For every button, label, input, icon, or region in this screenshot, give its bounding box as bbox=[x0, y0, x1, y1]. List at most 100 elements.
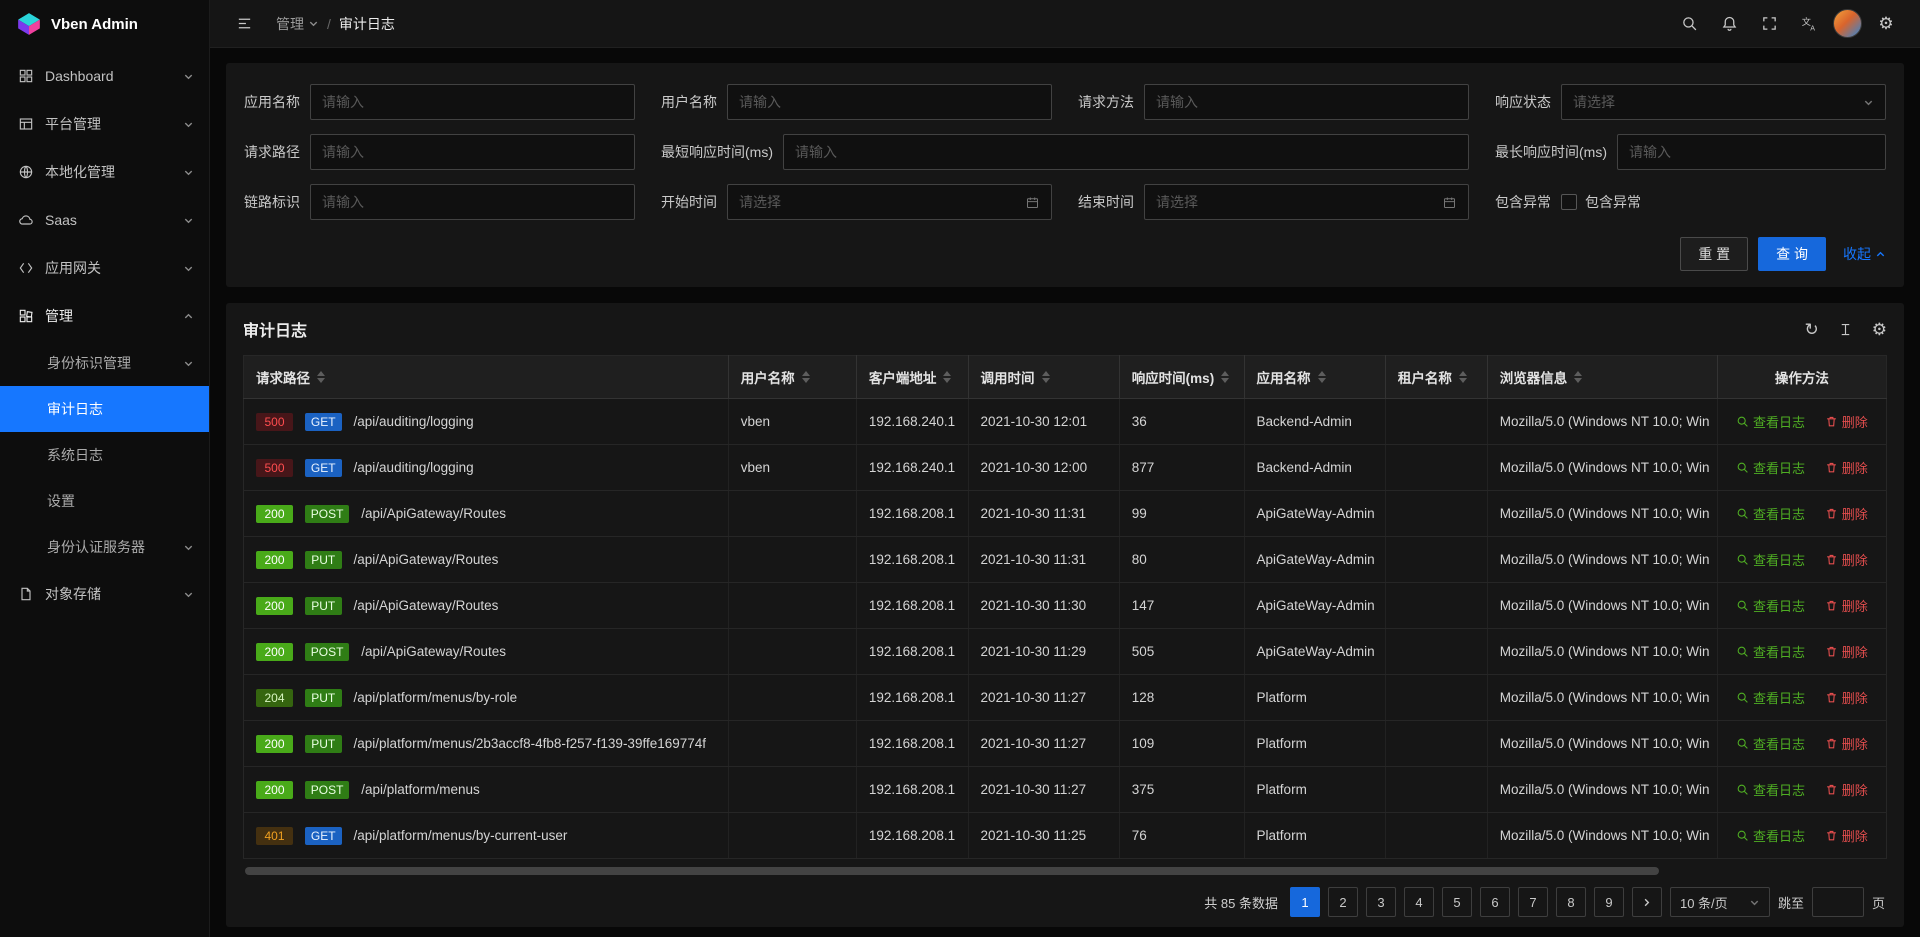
view-log-button[interactable]: 查看日志 bbox=[1736, 412, 1805, 431]
trace-id-input[interactable] bbox=[310, 184, 635, 220]
logo[interactable]: Vben Admin bbox=[0, 0, 209, 48]
refresh-button[interactable]: ↻ bbox=[1805, 321, 1819, 338]
fullscreen-button[interactable] bbox=[1753, 8, 1785, 40]
search-button[interactable] bbox=[1673, 8, 1705, 40]
sort-icons[interactable] bbox=[1318, 371, 1326, 383]
sort-icons[interactable] bbox=[1042, 371, 1050, 383]
sort-icons[interactable] bbox=[1221, 371, 1229, 383]
table-row[interactable]: 204 PUT /api/platform/menus/by-role 192.… bbox=[244, 675, 1887, 721]
page-size-select[interactable]: 10 条/页 bbox=[1670, 887, 1770, 917]
view-log-button[interactable]: 查看日志 bbox=[1736, 596, 1805, 615]
table-row[interactable]: 200 POST /api/platform/menus 192.168.208… bbox=[244, 767, 1887, 813]
delete-button[interactable]: 删除 bbox=[1825, 734, 1868, 753]
breadcrumb-parent[interactable]: 管理 bbox=[276, 14, 319, 34]
page-button[interactable]: 3 bbox=[1366, 887, 1396, 917]
reset-button[interactable]: 重 置 bbox=[1680, 237, 1748, 271]
user-name-input[interactable] bbox=[727, 84, 1052, 120]
delete-button[interactable]: 删除 bbox=[1825, 504, 1868, 523]
notifications-button[interactable] bbox=[1713, 8, 1745, 40]
view-log-button[interactable]: 查看日志 bbox=[1736, 734, 1805, 753]
sidebar-subitem[interactable]: 审计日志 bbox=[0, 386, 209, 432]
sidebar-item-management[interactable]: 管理 bbox=[0, 292, 209, 340]
sort-icons[interactable] bbox=[1459, 371, 1467, 383]
view-log-button[interactable]: 查看日志 bbox=[1736, 458, 1805, 477]
column-header[interactable]: 请求路径 bbox=[244, 356, 729, 399]
sidebar-item-platform[interactable]: 平台管理 bbox=[0, 100, 209, 148]
app-name-input[interactable] bbox=[310, 84, 635, 120]
delete-button[interactable]: 删除 bbox=[1825, 458, 1868, 477]
column-header[interactable]: 用户名称 bbox=[728, 356, 856, 399]
sidebar-item-saas[interactable]: Saas bbox=[0, 196, 209, 244]
table-row[interactable]: 200 PUT /api/platform/menus/2b3accf8-4fb… bbox=[244, 721, 1887, 767]
view-log-button[interactable]: 查看日志 bbox=[1736, 826, 1805, 845]
delete-button[interactable]: 删除 bbox=[1825, 688, 1868, 707]
column-header[interactable]: 应用名称 bbox=[1244, 356, 1385, 399]
delete-button[interactable]: 删除 bbox=[1825, 596, 1868, 615]
view-log-button[interactable]: 查看日志 bbox=[1736, 504, 1805, 523]
page-button[interactable]: 7 bbox=[1518, 887, 1548, 917]
sidebar-subitem[interactable]: 身份标识管理 bbox=[0, 340, 209, 386]
page-button[interactable]: 6 bbox=[1480, 887, 1510, 917]
http-method-input[interactable] bbox=[1144, 84, 1469, 120]
delete-button[interactable]: 删除 bbox=[1825, 780, 1868, 799]
settings-button[interactable]: ⚙ bbox=[1870, 8, 1902, 40]
response-status-select[interactable]: 请选择 bbox=[1561, 84, 1886, 120]
table-row[interactable]: 200 POST /api/ApiGateway/Routes 192.168.… bbox=[244, 629, 1887, 675]
sort-icons[interactable] bbox=[802, 371, 810, 383]
collapse-form-link[interactable]: 收起 bbox=[1843, 244, 1886, 264]
table-row[interactable]: 500 GET /api/auditing/logging vben 192.1… bbox=[244, 445, 1887, 491]
delete-button[interactable]: 删除 bbox=[1825, 550, 1868, 569]
exception-checkbox[interactable] bbox=[1561, 194, 1577, 210]
jump-to-input[interactable] bbox=[1812, 887, 1864, 917]
menu-fold-button[interactable] bbox=[228, 8, 260, 40]
sort-icons[interactable] bbox=[317, 371, 325, 383]
page-button[interactable]: 9 bbox=[1594, 887, 1624, 917]
view-log-button[interactable]: 查看日志 bbox=[1736, 642, 1805, 661]
column-header[interactable]: 调用时间 bbox=[968, 356, 1119, 399]
view-log-button[interactable]: 查看日志 bbox=[1736, 780, 1805, 799]
sort-icons[interactable] bbox=[1574, 371, 1582, 383]
page-button[interactable]: 8 bbox=[1556, 887, 1586, 917]
view-log-button[interactable]: 查看日志 bbox=[1736, 688, 1805, 707]
table-row[interactable]: 200 POST /api/ApiGateway/Routes 192.168.… bbox=[244, 491, 1887, 537]
sidebar-subitem-label: 系统日志 bbox=[47, 445, 194, 465]
delete-button[interactable]: 删除 bbox=[1825, 642, 1868, 661]
view-log-button[interactable]: 查看日志 bbox=[1736, 550, 1805, 569]
min-response-time-input[interactable] bbox=[783, 134, 1469, 170]
sidebar-item-object-storage[interactable]: 对象存储 bbox=[0, 570, 209, 618]
request-path-input[interactable] bbox=[310, 134, 635, 170]
user-avatar[interactable] bbox=[1833, 9, 1862, 38]
sidebar-subitem[interactable]: 系统日志 bbox=[0, 432, 209, 478]
next-page-button[interactable] bbox=[1632, 887, 1662, 917]
sidebar-item-dashboard[interactable]: Dashboard bbox=[0, 52, 209, 100]
tenant-name-cell bbox=[1385, 767, 1487, 813]
row-height-button[interactable] bbox=[1838, 322, 1853, 337]
locale-button[interactable]: 文A bbox=[1793, 8, 1825, 40]
start-time-picker[interactable]: 请选择 bbox=[727, 184, 1052, 220]
sidebar-subitem[interactable]: 设置 bbox=[0, 478, 209, 524]
table-row[interactable]: 200 PUT /api/ApiGateway/Routes 192.168.2… bbox=[244, 583, 1887, 629]
sort-icons[interactable] bbox=[943, 371, 951, 383]
page-button[interactable]: 2 bbox=[1328, 887, 1358, 917]
page-button[interactable]: 5 bbox=[1442, 887, 1472, 917]
table-row[interactable]: 200 PUT /api/ApiGateway/Routes 192.168.2… bbox=[244, 537, 1887, 583]
scrollbar-thumb[interactable] bbox=[245, 867, 1659, 875]
column-header[interactable]: 响应时间(ms) bbox=[1119, 356, 1244, 399]
column-header[interactable]: 租户名称 bbox=[1385, 356, 1487, 399]
sidebar-item-gateway[interactable]: 应用网关 bbox=[0, 244, 209, 292]
query-button[interactable]: 查 询 bbox=[1758, 237, 1826, 271]
column-settings-button[interactable]: ⚙ bbox=[1872, 321, 1887, 338]
column-header[interactable]: 客户端地址 bbox=[856, 356, 968, 399]
sidebar-subitem[interactable]: 身份认证服务器 bbox=[0, 524, 209, 570]
max-response-time-input[interactable] bbox=[1617, 134, 1886, 170]
page-button[interactable]: 1 bbox=[1290, 887, 1320, 917]
page-button[interactable]: 4 bbox=[1404, 887, 1434, 917]
delete-button[interactable]: 删除 bbox=[1825, 826, 1868, 845]
table-row[interactable]: 500 GET /api/auditing/logging vben 192.1… bbox=[244, 399, 1887, 445]
delete-button[interactable]: 删除 bbox=[1825, 412, 1868, 431]
column-header[interactable]: 浏览器信息 bbox=[1487, 356, 1717, 399]
sidebar-item-localization[interactable]: 本地化管理 bbox=[0, 148, 209, 196]
column-header[interactable]: 操作方法 bbox=[1717, 356, 1886, 399]
end-time-picker[interactable]: 请选择 bbox=[1144, 184, 1469, 220]
table-row[interactable]: 401 GET /api/platform/menus/by-current-u… bbox=[244, 813, 1887, 859]
